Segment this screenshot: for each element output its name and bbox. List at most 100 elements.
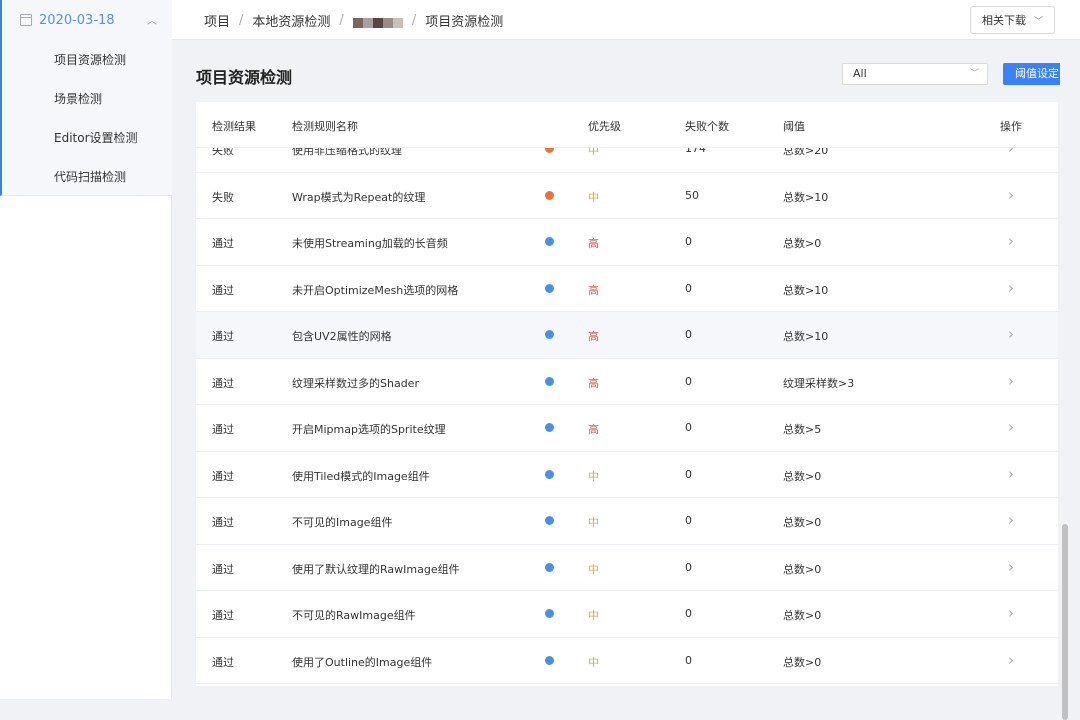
chevron-right-icon[interactable]: › [1008,325,1014,343]
table-row[interactable]: 失败 Wrap模式为Repeat的纹理 中 50 总数>10 › [196,173,1058,219]
table-row[interactable]: 通过 未开启OptimizeMesh选项的网格 高 0 总数>10 › [196,266,1058,312]
priority-cell: 中 [588,469,599,483]
download-label: 相关下载 [981,14,1026,27]
table-row[interactable]: 通过 未使用Streaming加载的长音频 高 0 总数>0 › [196,219,1058,266]
download-dropdown-button[interactable]: 相关下载 ﹀ [970,6,1055,34]
rule-name-cell: 未开启OptimizeMesh选项的网格 [292,283,459,297]
table-row[interactable]: 通过 包含UV2属性的网格 高 0 总数>10 › [196,312,1058,359]
sidebar-item-scene[interactable]: 场景检测 [54,90,102,108]
fail-count-cell: 0 [685,374,692,388]
chevron-right-icon[interactable]: › [1008,279,1014,297]
threshold-cell: 总数>5 [783,423,822,436]
threshold-cell: 纹理采样数>3 [783,376,855,390]
chevron-right-icon[interactable]: › [1008,465,1014,483]
fail-count-cell: 0 [685,514,692,527]
chevron-up-icon[interactable]: ︿ [147,12,157,27]
fail-count-cell: 0 [685,607,692,620]
threshold-cell: 总数>0 [783,469,822,483]
sidebar: 2020-03-18 ︿ 项目资源检测 场景检测 Editor设置检测 代码扫描… [0,0,172,699]
chevron-right-icon[interactable]: › [1008,186,1014,204]
priority-cell: 高 [588,376,599,390]
check-circle-icon [545,283,554,293]
priority-cell: 中 [588,609,599,622]
chevron-right-icon[interactable]: › [1008,232,1014,250]
threshold-cell: 总数>0 [783,516,822,529]
redacted-project-name[interactable] [352,17,403,28]
table-row[interactable]: 通过 纹理采样数过多的Shader 高 0 纹理采样数>3 › [196,359,1058,405]
chevron-down-icon: ﹀ [1033,16,1043,27]
filter-select[interactable]: All ﹀ [842,63,988,85]
table-row[interactable]: 通过 不可见的RawImage组件 中 0 总数>0 › [196,591,1058,638]
result-cell: 失败 [212,190,234,204]
fail-count-cell: 0 [685,281,692,295]
result-cell: 通过 [212,283,234,297]
sidebar-item-code-scan[interactable]: 代码扫描检测 [54,168,126,186]
rule-name-cell: 使用了默认纹理的RawImage组件 [292,562,460,576]
fail-count-cell: 0 [685,235,692,248]
check-circle-icon [545,516,554,525]
result-cell: 通过 [212,469,234,483]
sidebar-date-group: 2020-03-18 ︿ 项目资源检测 场景检测 Editor设置检测 代码扫描… [0,0,172,196]
breadcrumb-item[interactable]: 本地资源检测 [252,11,330,30]
scrollbar-thumb[interactable] [1062,524,1068,720]
threshold-cell: 总数>10 [783,330,829,343]
table-row[interactable]: 通过 不可见的Image组件 中 0 总数>0 › [196,498,1058,545]
chevron-right-icon[interactable]: › [1008,372,1014,390]
check-circle-icon [545,469,554,479]
fail-count-cell: 0 [685,653,692,667]
result-cell: 通过 [212,609,234,622]
breadcrumb-item[interactable]: 项目 [204,11,230,30]
threshold-cell: 总数>10 [783,190,829,204]
priority-cell: 中 [588,655,599,669]
header-threshold: 阈值 [783,120,805,133]
rule-name-cell: 不可见的Image组件 [292,516,393,529]
page-title: 项目资源检测 [196,68,293,87]
table-row[interactable]: 通过 使用了Outline的Image组件 中 0 总数>0 › [196,638,1058,684]
priority-cell: 高 [588,237,599,250]
table-row[interactable]: 通过 使用Tiled模式的Image组件 中 0 总数>0 › [196,452,1058,498]
rule-name-cell: 包含UV2属性的网格 [292,330,392,343]
chevron-right-icon[interactable]: › [1008,418,1014,436]
breadcrumb-separator: / [239,13,244,28]
fail-count-cell: 0 [685,560,692,574]
breadcrumb-separator: / [411,13,417,28]
fail-count-cell: 0 [685,421,692,434]
calendar-icon [20,14,32,26]
breadcrumb: 项目 / 本地资源检测 / / 项目资源检测 [204,11,503,30]
scrollbar[interactable] [1060,40,1080,720]
check-circle-icon [545,330,554,339]
breadcrumb-item-current: 项目资源检测 [425,15,504,30]
sidebar-item-project-resource[interactable]: 项目资源检测 [54,51,126,69]
threshold-cell: 总数>10 [783,283,829,297]
priority-cell: 中 [588,516,599,529]
chevron-right-icon[interactable]: › [1008,651,1014,669]
header-result: 检测结果 [212,120,256,133]
table-body: 失败 使用非压缩格式的纹理中 174 总数>20 › 失败 Wrap模式为Repeat的纹理… [196,126,1058,684]
fail-count-cell: 0 [685,328,692,341]
result-cell: 通过 [212,562,234,576]
priority-cell: 中 [588,190,599,204]
rule-name-cell: 开启Mipmap选项的Sprite纹理 [292,423,446,436]
chevron-down-icon: ﹀ [969,69,979,79]
rule-name-cell: 使用Tiled模式的Image组件 [292,469,430,483]
chevron-right-icon[interactable]: › [1008,558,1014,576]
header-priority: 优先级 [588,120,621,133]
chevron-right-icon[interactable]: › [1008,511,1014,529]
header-action: 操作 [1000,120,1022,133]
results-table: 失败 使用非压缩格式的纹理中 174 总数>20 › 失败 Wrap模式为Repeat的纹理… [196,102,1058,686]
chevron-right-icon[interactable]: › [1008,604,1014,622]
result-cell: 通过 [212,376,234,390]
check-circle-icon [545,609,554,618]
threshold-cell: 总数>0 [783,562,822,576]
table-row[interactable]: 通过 使用了默认纹理的RawImage组件 中 0 总数>0 › [196,545,1058,591]
date-selector[interactable]: 2020-03-18 [20,10,115,30]
result-cell: 通过 [212,423,234,436]
table-row[interactable]: 通过 开启Mipmap选项的Sprite纹理 高 0 总数>5 › [196,405,1058,452]
top-bar: 项目 / 本地资源检测 / / 项目资源检测 相关下载 ﹀ [172,0,1080,40]
threshold-cell: 总数>0 [783,609,822,622]
priority-cell: 高 [588,423,599,436]
check-circle-icon [545,562,554,572]
result-cell: 通过 [212,237,234,250]
priority-cell: 高 [588,330,599,343]
sidebar-item-editor-settings[interactable]: Editor设置检测 [54,129,138,147]
